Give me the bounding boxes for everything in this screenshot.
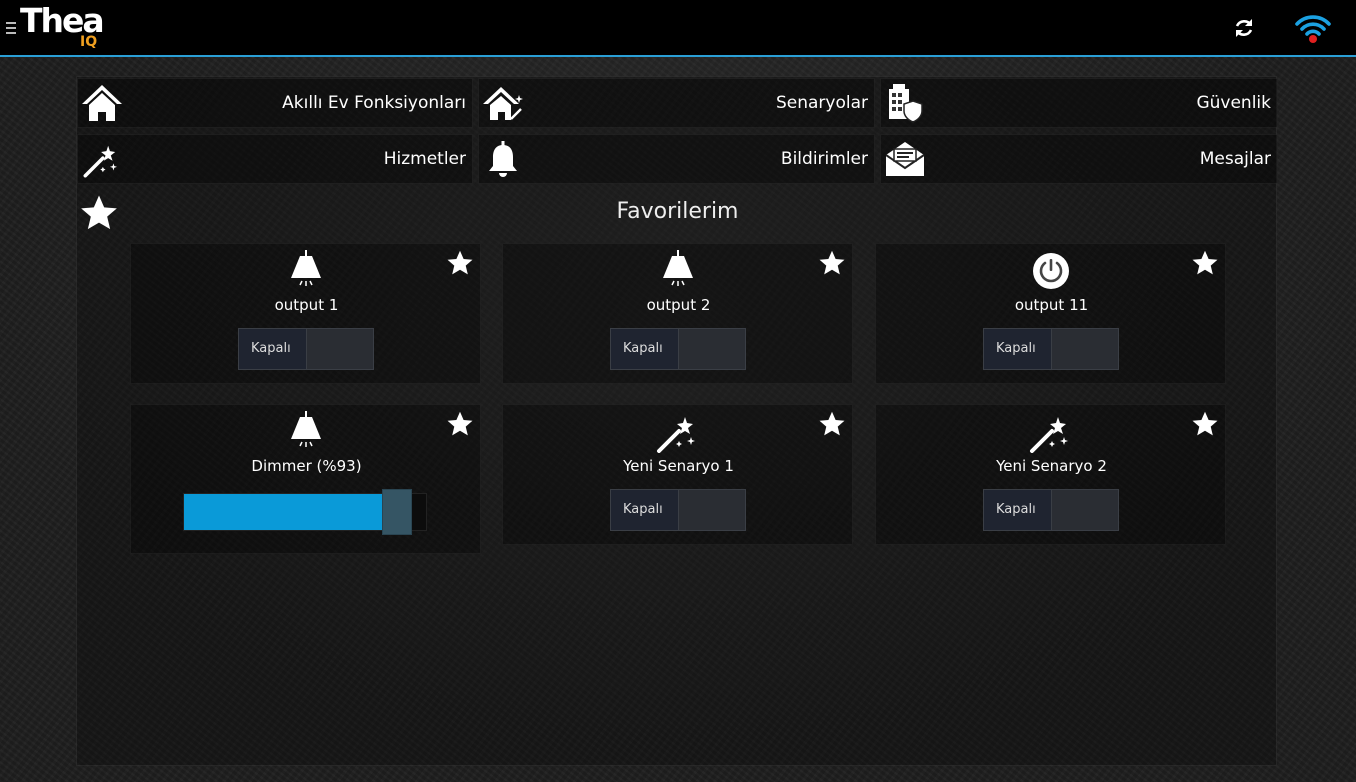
scenario-name: Yeni Senaryo 1	[623, 457, 734, 475]
favorite-star-icon[interactable]	[818, 249, 846, 277]
top-bar: Thea IQ	[0, 0, 1356, 57]
nav-label: Mesajlar	[1199, 149, 1271, 169]
security-icon	[889, 84, 923, 123]
device-name: output 2	[646, 296, 711, 314]
toggle-state-label: Kapalı	[611, 490, 679, 530]
nav-label: Bildirimler	[780, 149, 868, 169]
toggle-switch[interactable]: Kapalı	[610, 489, 746, 531]
nav-label: Senaryolar	[775, 93, 868, 113]
favorites-title: Favorilerim	[616, 199, 739, 224]
favorite-card-scenario-2: Yeni Senaryo 2 Kapalı	[875, 404, 1226, 545]
power-icon	[1031, 251, 1071, 291]
lamp-icon	[653, 250, 703, 292]
favorite-card-scenario-1: Yeni Senaryo 1 Kapalı	[502, 404, 853, 545]
toggle-state-label: Kapalı	[984, 490, 1052, 530]
magic-wand-icon	[653, 411, 703, 453]
nav-scenarios-button[interactable]: Senaryolar	[478, 78, 875, 128]
nav-messages-button[interactable]: Mesajlar	[880, 134, 1278, 184]
favorite-card-output-2: output 2 Kapalı	[502, 243, 853, 384]
nav-label: Akıllı Ev Fonksiyonları	[282, 93, 466, 113]
nav-label: Güvenlik	[1196, 93, 1271, 113]
logo: Thea IQ	[20, 2, 105, 54]
nav-security-button[interactable]: Güvenlik	[880, 78, 1278, 128]
toggle-switch[interactable]: Kapalı	[610, 328, 746, 370]
envelope-icon	[885, 142, 925, 176]
main-panel: Akıllı Ev Fonksiyonları Senaryolar Güven…	[76, 76, 1278, 766]
toggle-switch[interactable]: Kapalı	[983, 489, 1119, 531]
dimmer-slider[interactable]	[183, 489, 427, 535]
nav-notifications-button[interactable]: Bildirimler	[478, 134, 875, 184]
home-icon	[82, 85, 122, 121]
device-name: output 11	[1014, 296, 1089, 314]
favorite-star-icon[interactable]	[1191, 249, 1219, 277]
nav-smart-home-button[interactable]: Akıllı Ev Fonksiyonları	[77, 78, 473, 128]
toggle-state-label: Kapalı	[239, 329, 307, 369]
bell-icon	[489, 141, 517, 177]
favorite-star-icon[interactable]	[818, 410, 846, 438]
menu-icon[interactable]	[6, 22, 16, 36]
nav-label: Hizmetler	[383, 149, 466, 169]
slider-fill	[184, 494, 383, 530]
logo-sub-text: IQ	[80, 34, 98, 50]
wifi-icon[interactable]	[1294, 13, 1332, 45]
favorite-star-icon[interactable]	[446, 249, 474, 277]
device-name: Dimmer (%93)	[251, 457, 362, 475]
device-name: output 1	[274, 296, 339, 314]
lamp-icon	[281, 250, 331, 292]
refresh-icon[interactable]	[1232, 16, 1256, 40]
toggle-switch[interactable]: Kapalı	[983, 328, 1119, 370]
scenario-name: Yeni Senaryo 2	[996, 457, 1107, 475]
toggle-switch[interactable]: Kapalı	[238, 328, 374, 370]
favorite-star-icon[interactable]	[1191, 410, 1219, 438]
slider-thumb[interactable]	[382, 489, 412, 535]
scenario-house-icon	[483, 87, 523, 120]
favorite-card-output-1: output 1 Kapalı	[130, 243, 481, 384]
toggle-state-label: Kapalı	[984, 329, 1052, 369]
toggle-state-label: Kapalı	[611, 329, 679, 369]
nav-services-button[interactable]: Hizmetler	[77, 134, 473, 184]
favorite-card-output-11: output 11 Kapalı	[875, 243, 1226, 384]
magic-wand-icon	[80, 137, 124, 181]
favorite-star-icon[interactable]	[446, 410, 474, 438]
lamp-icon	[281, 411, 331, 453]
magic-wand-icon	[1026, 411, 1076, 453]
favorite-card-dimmer: Dimmer (%93)	[130, 404, 481, 554]
